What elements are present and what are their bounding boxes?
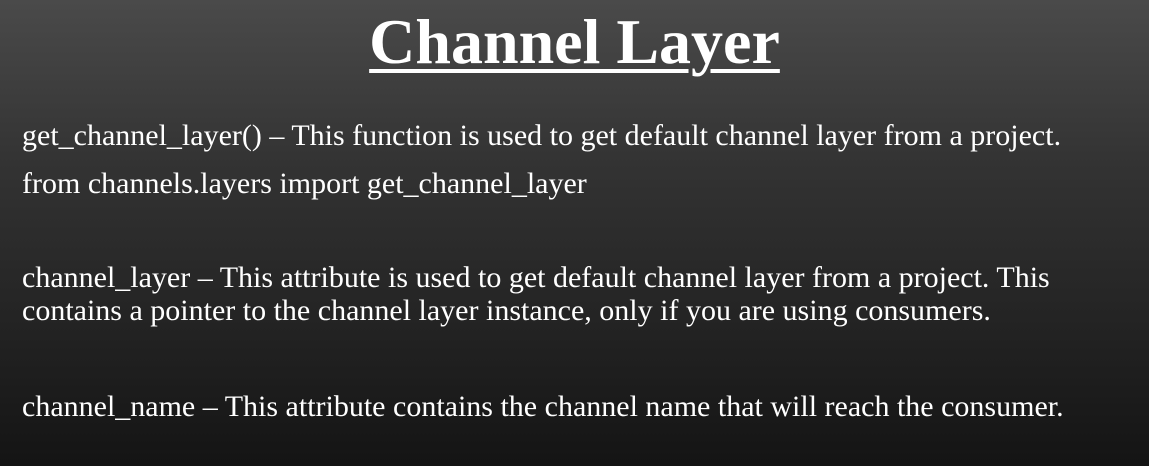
channel-layer-description-line-1: channel_layer – This attribute is used t… — [22, 261, 1050, 294]
channel-layer-description-line-2: contains a pointer to the channel layer … — [22, 294, 991, 327]
import-statement: from channels.layers import get_channel_… — [22, 167, 587, 200]
channel-name-description: channel_name – This attribute contains t… — [22, 390, 1064, 423]
slide-title: Channel Layer — [369, 6, 780, 77]
get-channel-layer-description: get_channel_layer() – This function is u… — [22, 119, 1062, 152]
